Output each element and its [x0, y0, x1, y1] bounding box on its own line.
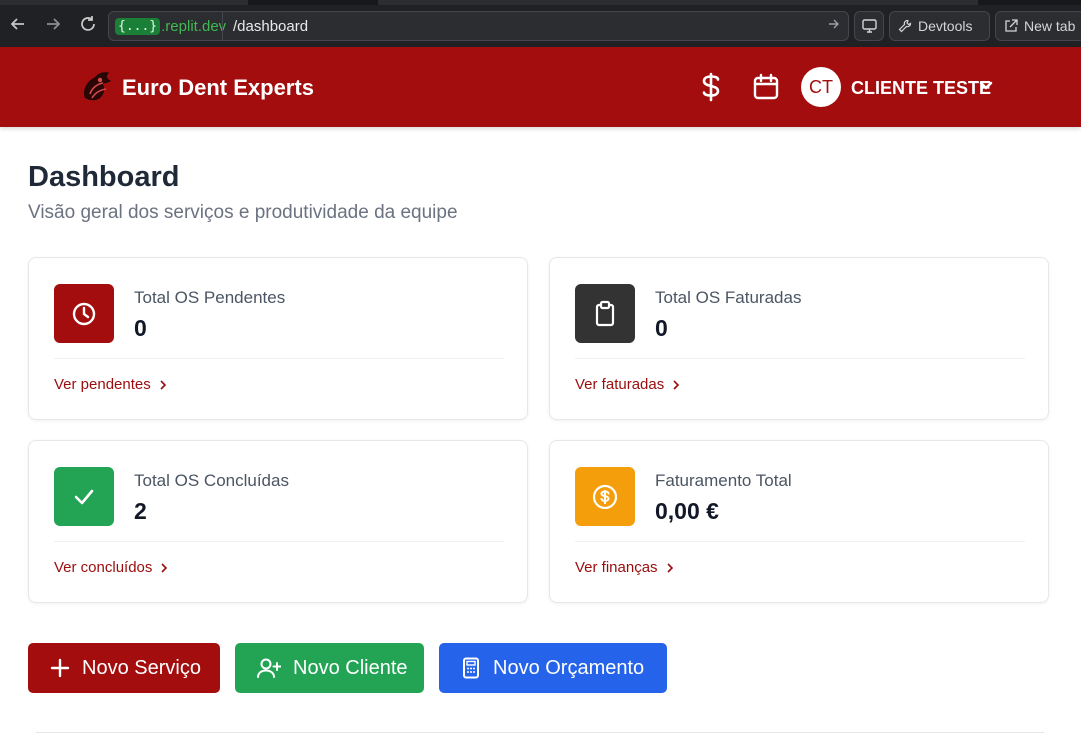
chevron-down-icon[interactable] [978, 79, 994, 98]
devtools-button[interactable]: Devtools [889, 11, 990, 41]
app-header: Euro Dent Experts CT CLIENTE TESTE [0, 47, 1081, 127]
avatar[interactable]: CT [801, 67, 841, 107]
chevron-right-icon [161, 562, 168, 573]
card-label: Faturamento Total [655, 471, 792, 490]
card-value: 2 [134, 498, 147, 524]
brand-logo-icon [80, 67, 114, 108]
card-label: Total OS Concluídas [134, 471, 289, 490]
chevron-right-icon [673, 379, 680, 390]
clock-icon [54, 284, 114, 343]
new-service-button[interactable]: Novo Serviço [28, 643, 220, 693]
dollar-circle-icon [575, 467, 635, 526]
calendar-icon[interactable] [751, 72, 781, 102]
new-quote-button[interactable]: Novo Orçamento [439, 643, 667, 693]
user-name[interactable]: CLIENTE TESTE [851, 78, 991, 99]
check-icon [54, 467, 114, 526]
forward-icon[interactable] [42, 13, 64, 35]
reload-icon[interactable] [77, 13, 99, 35]
card-value: 0 [655, 315, 668, 341]
plus-icon [50, 658, 70, 678]
back-icon[interactable] [7, 13, 29, 35]
chevron-right-icon [666, 562, 673, 573]
url-domain-badge: {...} [115, 18, 161, 35]
url-path: /dashboard [233, 18, 309, 35]
new-tab-button[interactable]: New tab [995, 11, 1081, 41]
new-client-button[interactable]: Novo Cliente [235, 643, 424, 693]
browser-toolbar: {...} .replit.dev /dashboard Devtools New… [0, 0, 1081, 47]
card-value: 0 [134, 315, 147, 341]
card-label: Total OS Faturadas [655, 288, 802, 307]
section-divider [36, 732, 1044, 733]
screen-icon[interactable] [854, 11, 884, 41]
calculator-icon [463, 657, 479, 679]
view-invoiced-link[interactable]: Ver faturadas [575, 376, 680, 393]
view-pending-link[interactable]: Ver pendentes [54, 376, 167, 393]
dollar-icon[interactable] [696, 72, 726, 102]
card-invoiced: Total OS Faturadas 0 Ver faturadas [549, 257, 1049, 420]
card-revenue: Faturamento Total 0,00 € Ver finanças [549, 440, 1049, 603]
url-domain: {...} .replit.dev [115, 16, 226, 37]
url-go-icon[interactable] [828, 17, 840, 33]
wrench-icon [898, 19, 912, 33]
page-title: Dashboard [28, 161, 180, 193]
external-link-icon [1005, 19, 1018, 32]
page-subtitle: Visão geral dos serviços e produtividade… [28, 202, 458, 223]
tab-strip [0, 0, 1081, 5]
card-label: Total OS Pendentes [134, 288, 286, 307]
view-completed-link[interactable]: Ver concluídos [54, 559, 168, 576]
card-pending: Total OS Pendentes 0 Ver pendentes [28, 257, 528, 420]
brand-title: Euro Dent Experts [122, 74, 314, 100]
chevron-right-icon [160, 379, 166, 390]
card-value: 0,00 € [655, 498, 719, 524]
user-plus-icon [257, 658, 281, 678]
card-completed: Total OS Concluídas 2 Ver concluídos [28, 440, 528, 603]
view-finances-link[interactable]: Ver finanças [575, 559, 674, 576]
address-bar[interactable]: {...} .replit.dev /dashboard [108, 11, 849, 41]
clipboard-icon [575, 284, 635, 343]
brand[interactable]: Euro Dent Experts [80, 67, 314, 108]
